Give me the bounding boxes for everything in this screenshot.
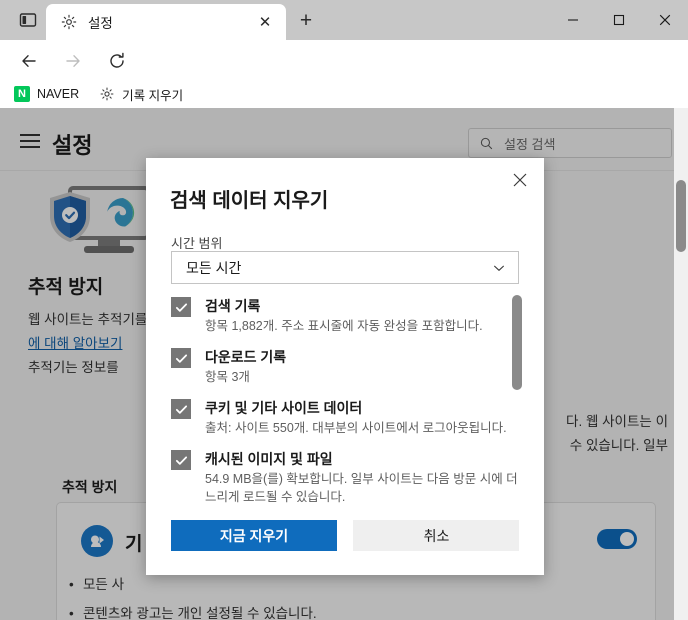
dialog-title: 검색 데이터 지우기	[170, 190, 329, 212]
tracking-prevention-icon	[81, 525, 113, 557]
data-type-list: 검색 기록 항목 1,882개. 주소 표시줄에 자동 완성을 포함합니다. 다…	[171, 296, 521, 519]
bookmark-clear-history[interactable]: 기록 지우기	[93, 83, 189, 105]
new-tab-button[interactable]: +	[292, 8, 320, 34]
item-subtitle: 항목 1,882개. 주소 표시줄에 자동 완성을 포함합니다.	[205, 319, 483, 333]
browser-window: 설정 ✕ + N NAVER 기록 지우기 설정 설정 검색 추적 방지 웹 사…	[0, 0, 688, 620]
item-title: 다운로드 기록	[205, 349, 287, 365]
clear-browsing-data-dialog: 검색 데이터 지우기 시간 범위 모든 시간 검색 기록 항목 1,882개. …	[146, 158, 544, 575]
item-subtitle: 항목 3개	[205, 370, 250, 384]
section-title: 추적 방지	[28, 277, 104, 298]
tab-close-button[interactable]: ✕	[252, 9, 278, 35]
gear-icon	[99, 86, 115, 102]
hamburger-menu-icon[interactable]	[20, 134, 40, 148]
card-bullet-1: 콘텐츠와 광고는 개인 설정될 수 있습니다.	[69, 604, 317, 620]
checkbox-checked-icon[interactable]	[171, 399, 191, 419]
learn-more-link[interactable]: 에 대해 알아보기	[28, 336, 122, 351]
browser-toolbar: Edge edge://settings/clearBrowserData …	[0, 40, 688, 116]
reload-icon[interactable]	[104, 48, 130, 74]
item-title: 검색 기록	[205, 298, 261, 314]
bookmark-naver[interactable]: N NAVER	[8, 83, 85, 105]
maximize-button[interactable]	[596, 0, 642, 40]
page-scrollbar-thumb[interactable]	[676, 180, 686, 252]
card-title: 기	[125, 534, 143, 555]
forward-arrow-icon	[60, 48, 86, 74]
minimize-button[interactable]	[550, 0, 596, 40]
settings-search-input[interactable]: 설정 검색	[468, 128, 672, 158]
page-title: 설정	[52, 133, 93, 158]
bookmarks-bar: N NAVER 기록 지우기	[0, 80, 688, 108]
item-subtitle: 54.9 MB을(를) 확보합니다. 일부 사이트는 다음 방문 시에 더 느리…	[205, 472, 518, 504]
title-bar: 설정 ✕ +	[0, 0, 688, 40]
tab-title: 설정	[88, 16, 113, 31]
dialog-scrollbar[interactable]	[511, 295, 523, 425]
time-range-value: 모든 시간	[186, 259, 242, 276]
checkbox-checked-icon[interactable]	[171, 348, 191, 368]
page-scrollbar[interactable]	[674, 108, 688, 620]
dialog-scrollbar-thumb[interactable]	[512, 295, 522, 390]
item-title: 쿠키 및 기타 사이트 데이터	[205, 400, 363, 416]
card-bullet-0: 모든 사	[69, 575, 124, 595]
browser-tab[interactable]: 설정 ✕	[46, 4, 286, 40]
item-subtitle: 출처: 사이트 550개. 대부분의 사이트에서 로그아웃됩니다.	[205, 421, 507, 435]
gear-icon	[60, 13, 78, 31]
window-controls	[550, 0, 688, 40]
item-title: 캐시된 이미지 및 파일	[205, 451, 333, 467]
tab-actions-icon[interactable]	[18, 10, 38, 30]
time-range-select[interactable]: 모든 시간	[171, 251, 519, 284]
bookmark-label: NAVER	[37, 87, 80, 101]
close-icon[interactable]	[506, 166, 534, 194]
time-range-label: 시간 범위	[171, 236, 223, 251]
cancel-button[interactable]: 취소	[353, 520, 520, 551]
bookmark-label: 기록 지우기	[122, 88, 184, 103]
list-item[interactable]: 캐시된 이미지 및 파일 54.9 MB을(를) 확보합니다. 일부 사이트는 …	[171, 449, 521, 506]
checkbox-checked-icon[interactable]	[171, 297, 191, 317]
search-icon	[479, 136, 494, 151]
clear-now-button[interactable]: 지금 지우기	[171, 520, 337, 551]
tracking-prevention-toggle[interactable]	[597, 529, 637, 549]
chevron-down-icon	[492, 261, 506, 275]
list-item[interactable]: 검색 기록 항목 1,882개. 주소 표시줄에 자동 완성을 포함합니다.	[171, 296, 521, 335]
naver-icon: N	[14, 86, 30, 102]
back-arrow-icon[interactable]	[16, 48, 42, 74]
settings-search-placeholder: 설정 검색	[504, 136, 556, 152]
dialog-actions: 지금 지우기 취소	[171, 520, 520, 551]
list-item[interactable]: 쿠키 및 기타 사이트 데이터 출처: 사이트 550개. 대부분의 사이트에서…	[171, 398, 521, 437]
close-window-button[interactable]	[642, 0, 688, 40]
list-item[interactable]: 다운로드 기록 항목 3개	[171, 347, 521, 386]
checkbox-checked-icon[interactable]	[171, 450, 191, 470]
card-section-label: 추적 방지	[62, 479, 118, 495]
